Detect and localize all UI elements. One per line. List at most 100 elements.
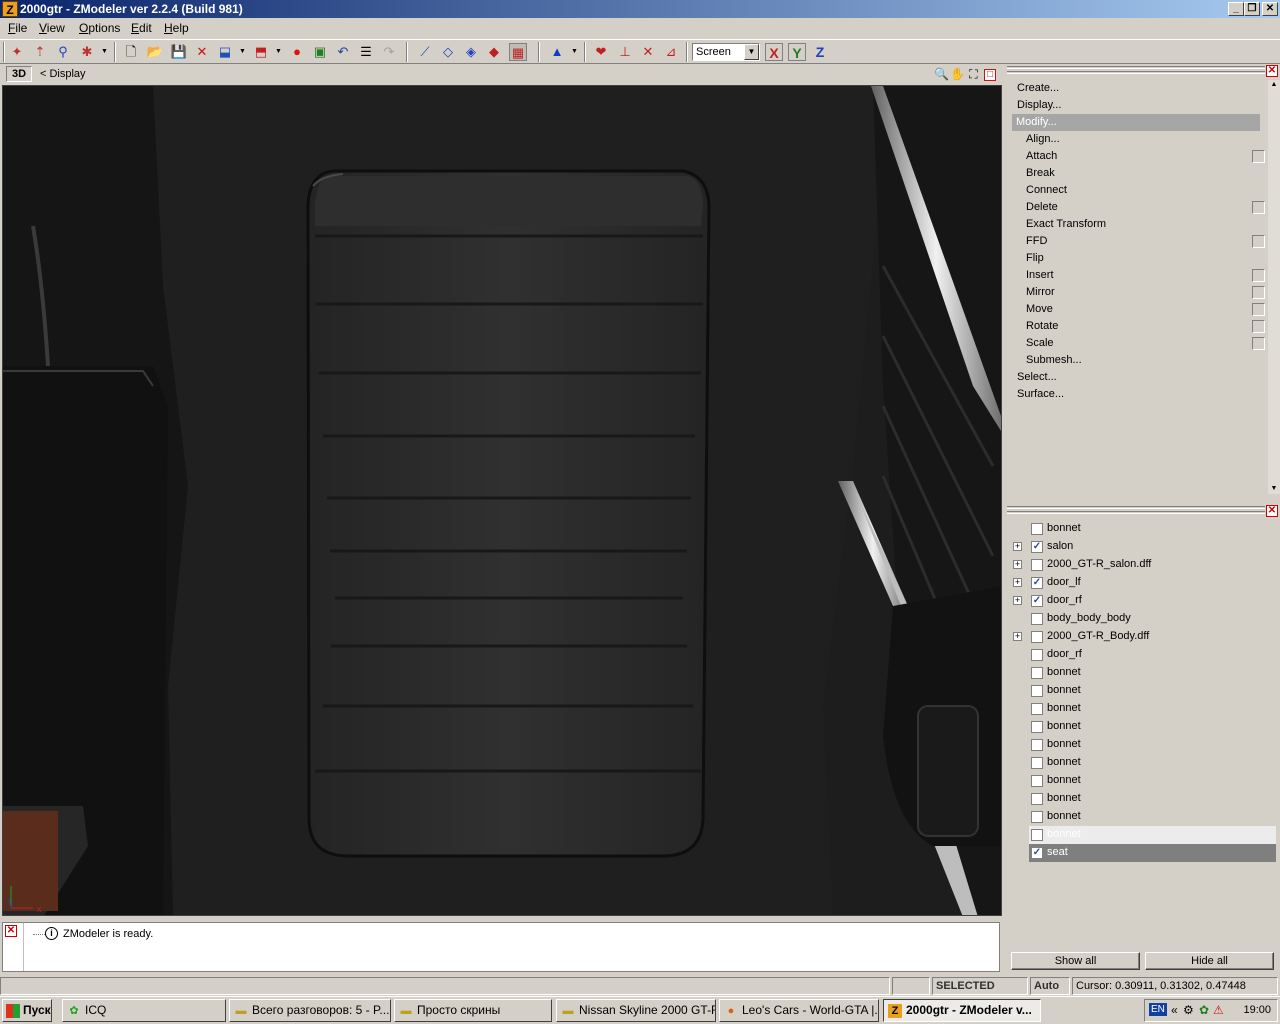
- tree-row[interactable]: bonnet: [1011, 736, 1276, 754]
- axis-screen-icon[interactable]: ⊿: [662, 43, 680, 61]
- tree-row[interactable]: bonnet: [1011, 790, 1276, 808]
- options-checkbox[interactable]: [1252, 320, 1265, 333]
- hide-all-button[interactable]: Hide all: [1145, 952, 1274, 970]
- cmd-submesh[interactable]: Submesh...: [1007, 352, 1269, 369]
- options-checkbox[interactable]: [1252, 286, 1265, 299]
- menu-view[interactable]: View: [39, 21, 65, 35]
- undo-icon[interactable]: ↶: [334, 43, 352, 61]
- edge-mode-icon[interactable]: ◇: [439, 43, 457, 61]
- visibility-checkbox[interactable]: [1031, 811, 1043, 823]
- cmd-scale[interactable]: Scale: [1007, 335, 1269, 352]
- tree-row[interactable]: bonnet: [1011, 682, 1276, 700]
- visibility-checkbox[interactable]: ✓: [1031, 577, 1043, 589]
- open-folder-icon[interactable]: 📂: [146, 43, 164, 61]
- tree-row[interactable]: +2000_GT-R_Body.dff: [1011, 628, 1276, 646]
- task-icq[interactable]: ✿ ICQ: [62, 999, 226, 1022]
- icq-tray-icon[interactable]: ✿: [1199, 1003, 1209, 1017]
- task-screens[interactable]: ▬ Просто скрины: [394, 999, 552, 1022]
- axis-z-button[interactable]: Z: [811, 43, 829, 61]
- options-checkbox[interactable]: [1252, 337, 1265, 350]
- options-checkbox[interactable]: [1252, 269, 1265, 282]
- axis-world-icon[interactable]: ✕: [639, 43, 657, 61]
- visibility-checkbox[interactable]: [1031, 631, 1043, 643]
- visibility-checkbox[interactable]: [1031, 703, 1043, 715]
- pointer-icon[interactable]: ▲: [548, 43, 566, 61]
- new-file-icon[interactable]: 🗋: [122, 43, 140, 61]
- select-tool-icon[interactable]: ✦: [8, 43, 26, 61]
- delete-icon[interactable]: ✕: [193, 43, 211, 61]
- task-nissan[interactable]: ▬ Nissan Skyline 2000 GT-R: [556, 999, 716, 1022]
- zmodeler-icon[interactable]: Z: [2, 1, 18, 17]
- cmd-display[interactable]: Display...: [1007, 97, 1269, 114]
- cmd-surface[interactable]: Surface...: [1007, 386, 1269, 403]
- record-icon[interactable]: ●: [288, 43, 306, 61]
- close-button[interactable]: ✕: [1262, 2, 1278, 16]
- tree-row[interactable]: bonnet: [1011, 700, 1276, 718]
- chevron-down-icon[interactable]: ▼: [101, 43, 108, 61]
- visibility-checkbox[interactable]: ✓: [1031, 595, 1043, 607]
- multi-tool-icon[interactable]: ✱: [78, 43, 96, 61]
- expand-icon[interactable]: +: [1013, 578, 1022, 587]
- menu-help[interactable]: Help: [164, 21, 189, 35]
- scroll-up-icon[interactable]: ▲: [1268, 80, 1280, 90]
- show-all-button[interactable]: Show all: [1011, 952, 1140, 970]
- import-icon[interactable]: ⬓: [216, 43, 234, 61]
- tree-row[interactable]: + ✓ door_lf: [1011, 574, 1276, 592]
- visibility-checkbox[interactable]: [1031, 775, 1043, 787]
- tree-row[interactable]: bonnet: [1011, 754, 1276, 772]
- start-button[interactable]: Пуск: [2, 999, 52, 1022]
- close-icon[interactable]: ✕: [5, 925, 17, 937]
- cmd-create[interactable]: Create...: [1007, 80, 1269, 97]
- language-indicator[interactable]: EN: [1149, 1003, 1167, 1016]
- cmd-connect[interactable]: Connect: [1007, 182, 1269, 199]
- export-icon[interactable]: ⬒: [252, 43, 270, 61]
- cmd-break[interactable]: Break: [1007, 165, 1269, 182]
- task-browser[interactable]: ● Leo's Cars - World-GTA |...: [719, 999, 879, 1022]
- scroll-down-icon[interactable]: ▼: [1268, 484, 1280, 494]
- notes-icon[interactable]: ☰: [357, 43, 375, 61]
- tree-row[interactable]: bonnet: [1029, 826, 1276, 844]
- tree-row[interactable]: ✓ seat: [1029, 844, 1276, 862]
- close-icon[interactable]: ✕: [1266, 505, 1278, 517]
- visibility-checkbox[interactable]: [1031, 667, 1043, 679]
- minimize-button[interactable]: _: [1228, 2, 1244, 16]
- options-checkbox[interactable]: [1252, 201, 1265, 214]
- view-select[interactable]: Screen ▼: [692, 43, 760, 61]
- options-checkbox[interactable]: [1252, 150, 1265, 163]
- expand-icon[interactable]: +: [1013, 632, 1022, 641]
- vertex-mode-icon[interactable]: ⟋: [416, 43, 434, 61]
- cmd-mirror[interactable]: Mirror: [1007, 284, 1269, 301]
- tree-row[interactable]: bonnet: [1011, 520, 1276, 538]
- image-icon[interactable]: ▣: [311, 43, 329, 61]
- tree-row[interactable]: bonnet: [1011, 772, 1276, 790]
- face-mode-icon[interactable]: ◈: [462, 43, 480, 61]
- viewport-breadcrumb[interactable]: < Display: [40, 68, 86, 80]
- cmd-ffd[interactable]: FFD: [1007, 233, 1269, 250]
- visibility-checkbox[interactable]: [1031, 649, 1043, 661]
- task-chat[interactable]: ▬ Всего разговоров: 5 - P...: [229, 999, 391, 1022]
- tree-row[interactable]: + ✓ door_rf: [1011, 592, 1276, 610]
- cmd-delete[interactable]: Delete: [1007, 199, 1269, 216]
- chevron-down-icon[interactable]: ▼: [239, 43, 246, 61]
- network-icon[interactable]: ⚙: [1183, 1003, 1194, 1017]
- expand-icon[interactable]: +: [1013, 542, 1022, 551]
- redo-icon[interactable]: ↷: [380, 43, 398, 61]
- visibility-checkbox[interactable]: ✓: [1031, 541, 1043, 553]
- visibility-checkbox[interactable]: [1031, 613, 1043, 625]
- viewport-mode-button[interactable]: 3D: [6, 66, 32, 82]
- visibility-checkbox[interactable]: [1031, 757, 1043, 769]
- cmd-attach[interactable]: Attach: [1007, 148, 1269, 165]
- visibility-checkbox[interactable]: [1031, 829, 1043, 841]
- cmd-modify[interactable]: Modify...: [1012, 114, 1260, 131]
- tree-row[interactable]: bonnet: [1011, 808, 1276, 826]
- cmd-exact-transform[interactable]: Exact Transform: [1007, 216, 1269, 233]
- fit-view-icon[interactable]: ⛶: [966, 67, 981, 82]
- expand-icon[interactable]: +: [1013, 596, 1022, 605]
- mesh-mode-icon[interactable]: ▦: [509, 43, 527, 61]
- cmd-move[interactable]: Move: [1007, 301, 1269, 318]
- restore-button[interactable]: ❐: [1244, 2, 1260, 16]
- cmd-select[interactable]: Select...: [1007, 369, 1269, 386]
- task-zmodeler[interactable]: Z 2000gtr - ZModeler v...: [883, 999, 1041, 1022]
- zoom-icon[interactable]: 🔍: [934, 67, 949, 82]
- chevron-down-icon[interactable]: ▼: [275, 43, 282, 61]
